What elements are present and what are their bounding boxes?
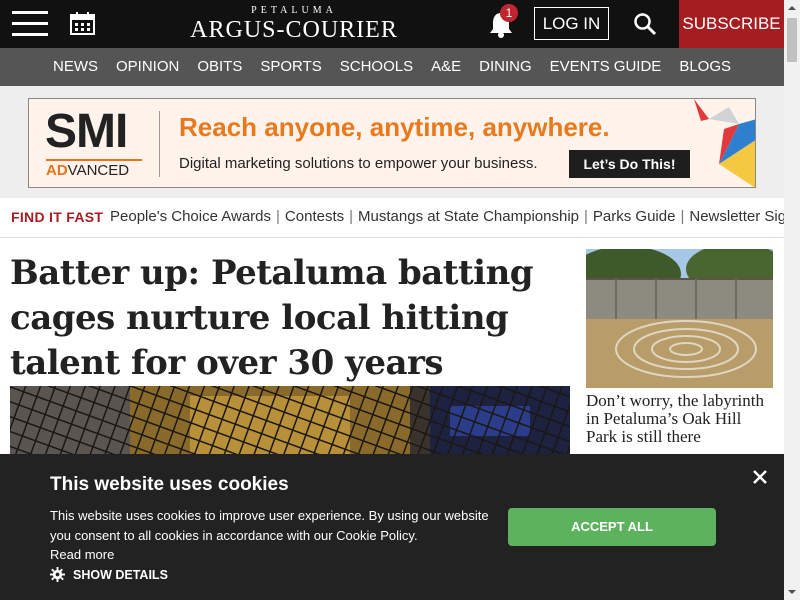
nav-item-news[interactable]: NEWS xyxy=(44,48,107,86)
ad-cta-button[interactable]: Let’s Do This! xyxy=(569,150,690,178)
article-headline[interactable]: Batter up: Petaluma batting cages nurtur… xyxy=(10,251,570,386)
site-logo[interactable]: PETALUMA ARGUS-COURIER xyxy=(188,5,400,45)
find-it-fast-bar: FIND IT FAST People's Choice Awards | Cont… xyxy=(0,198,784,238)
logo-small-text: PETALUMA xyxy=(251,5,337,16)
ad-brand-subtitle: ADVANCED xyxy=(46,159,142,180)
show-details-toggle[interactable]: SHOW DETAILS xyxy=(50,567,168,582)
ad-container: SMI ADVANCED Reach anyone, anytime, anyw… xyxy=(0,86,784,198)
logo-main-text: ARGUS-COURIER xyxy=(190,17,398,43)
nav-item-opinion[interactable]: OPINION xyxy=(107,48,188,86)
nav-item-obits[interactable]: OBITS xyxy=(188,48,251,86)
quick-link-newsletter[interactable]: Newsletter Sign xyxy=(689,208,784,225)
nav-item-dining[interactable]: DINING xyxy=(470,48,541,86)
page-scrollbar[interactable] xyxy=(784,0,800,600)
quick-link-peoples-choice[interactable]: People's Choice Awards xyxy=(110,208,271,225)
scroll-down-arrow-icon[interactable] xyxy=(784,584,800,600)
banner-ad[interactable]: SMI ADVANCED Reach anyone, anytime, anyw… xyxy=(28,98,756,188)
scroll-up-arrow-icon[interactable] xyxy=(784,0,800,16)
quick-link-contests[interactable]: Contests xyxy=(285,208,344,225)
nav-item-events-guide[interactable]: EVENTS GUIDE xyxy=(541,48,671,86)
scroll-thumb[interactable] xyxy=(787,18,797,62)
cookie-banner-text: This website uses cookies to improve use… xyxy=(50,508,489,543)
nav-item-schools[interactable]: SCHOOLS xyxy=(331,48,422,86)
calendar-icon[interactable] xyxy=(70,12,95,35)
quick-link-parks-guide[interactable]: Parks Guide xyxy=(593,208,676,225)
gear-icon xyxy=(50,567,65,582)
site-header: PETALUMA ARGUS-COURIER 1 LOG IN SUBSCRIB… xyxy=(0,0,784,48)
accept-all-button[interactable]: ACCEPT ALL xyxy=(508,508,716,546)
find-it-fast-label: FIND IT FAST xyxy=(11,209,104,225)
nav-item-ae[interactable]: A&E xyxy=(422,48,470,86)
cookie-banner-body: This website uses cookies to improve use… xyxy=(50,506,490,565)
show-details-label: SHOW DETAILS xyxy=(73,567,168,582)
quick-link-mustangs[interactable]: Mustangs at State Championship xyxy=(358,208,579,225)
nav-item-blogs[interactable]: BLOGS xyxy=(670,48,740,86)
find-it-fast-links: People's Choice Awards | Contests | Mustangs… xyxy=(110,208,784,225)
login-button[interactable]: LOG IN xyxy=(534,7,609,40)
notification-badge: 1 xyxy=(500,4,518,22)
sidebar-story-image[interactable] xyxy=(586,249,773,388)
sidebar-story-caption[interactable]: Don’t worry, the labyrinth in Petaluma’s… xyxy=(586,392,776,446)
ad-subline: Digital marketing solutions to empower y… xyxy=(179,155,538,172)
cookie-banner-title: This website uses cookies xyxy=(50,474,289,495)
subscribe-button[interactable]: SUBSCRIBE xyxy=(679,0,784,48)
nav-item-sports[interactable]: SPORTS xyxy=(251,48,330,86)
cookie-banner: This website uses cookies This website u… xyxy=(0,454,784,600)
section-nav: NEWS OPINION OBITS SPORTS SCHOOLS A&E DI… xyxy=(0,48,784,86)
ad-brand-logo: SMI xyxy=(45,105,128,158)
ad-headline: Reach anyone, anytime, anywhere. xyxy=(179,112,610,142)
close-icon[interactable] xyxy=(751,468,769,486)
search-icon[interactable] xyxy=(633,12,657,36)
ad-divider xyxy=(159,111,160,177)
cookie-read-more-link[interactable]: Read more xyxy=(50,547,114,562)
menu-icon[interactable] xyxy=(12,11,48,37)
